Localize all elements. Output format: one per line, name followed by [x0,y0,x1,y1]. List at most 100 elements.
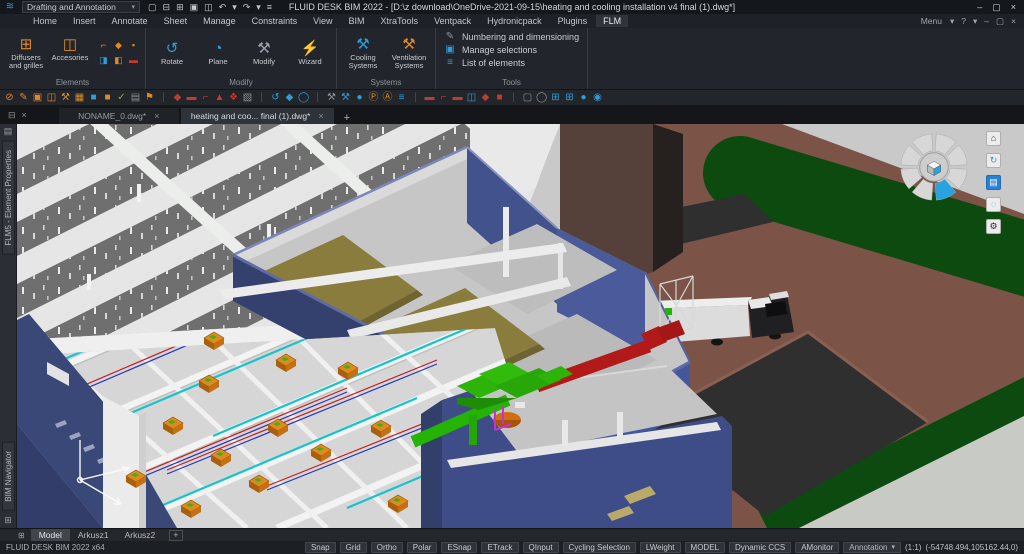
separator[interactable]: | [312,90,323,106]
undo-dropdown-icon[interactable]: ▾ [232,2,237,13]
menu-item[interactable]: Sheet [157,15,195,27]
check-icon[interactable]: ✓ [116,90,127,106]
status-toggle[interactable]: Dynamic CCS [729,542,791,553]
pipe-straight-icon[interactable]: ▬ [424,90,435,106]
menu-item[interactable]: View [306,15,339,27]
wizard-icon[interactable]: ⚒ [340,90,351,106]
properties-icon[interactable]: Ⓟ [368,90,379,106]
child-minimize-icon[interactable]: – [984,16,989,27]
hanger-icon[interactable]: ⌐ [96,38,111,53]
bim-navigator-icon[interactable]: ⊞ [4,513,12,528]
new-tab-button[interactable]: + [336,112,358,124]
menu-item[interactable]: Ventpack [427,15,478,27]
ribbon-button[interactable]: ⚡ Wizard [288,40,332,66]
redo-dropdown-icon[interactable]: ▾ [256,2,261,13]
save-icon[interactable]: ▣ [190,2,199,13]
status-toggle[interactable]: AMonitor [795,542,839,553]
no-entry-icon[interactable]: ⊘ [4,90,15,106]
status-toggle[interactable]: ETrack [481,542,518,553]
ribbon-tool-item[interactable]: ▣ Manage selections [444,44,579,55]
sphere-icon[interactable]: ● [578,90,589,106]
document-tab[interactable]: heating and coo... final (1).dwg* × [181,108,334,124]
menu-item[interactable]: FLM [596,15,628,27]
close-icon[interactable]: × [318,111,323,121]
layout-grid-icon[interactable]: ⊞ [0,531,31,540]
block-red-icon[interactable]: ■ [494,90,505,106]
annotate-icon[interactable]: Ⓐ [382,90,393,106]
panel-blue-icon[interactable]: ■ [88,90,99,106]
point-icon[interactable]: ● [354,90,365,106]
grille-blue-icon[interactable]: ◫ [466,90,477,106]
lookfrom-panel-icon[interactable]: ▤ [986,175,1001,190]
separator[interactable]: | [410,90,421,106]
status-toggle[interactable]: Polar [407,542,438,553]
sphere-wire-icon[interactable]: ◯ [536,90,547,106]
menu-item[interactable]: BIM [342,15,372,27]
panel-icon[interactable]: ▪ [126,38,141,53]
close-button[interactable]: × [1011,2,1016,13]
fitting-red-icon[interactable]: ◆ [480,90,491,106]
duct-cross-icon[interactable]: ❖ [228,90,239,106]
menu-item[interactable]: Plugins [551,15,595,27]
menu-item[interactable]: XtraTools [374,15,426,27]
redo-icon[interactable]: ↷ [243,2,251,13]
ribbon-button[interactable]: ↺ Rotate [150,40,194,66]
rotate-icon[interactable]: ↺ [270,90,281,106]
close-all-icon[interactable]: × [22,110,27,120]
separator[interactable]: | [158,90,169,106]
accessory-icon[interactable]: ◫ [46,90,57,106]
box-3d-icon[interactable]: ⊞ [550,90,561,106]
menu-item[interactable]: Constraints [245,15,305,27]
menu-item[interactable]: Manage [196,15,243,27]
open-file-icon[interactable]: ⊟ [163,2,171,13]
child-restore-icon[interactable]: ▢ [996,16,1004,27]
ribbon-button[interactable]: ⚒ Modify [242,40,286,66]
annotation-scale-dropdown[interactable]: Annotation ▾ [843,542,901,553]
menu-item[interactable]: Insert [66,15,103,27]
align-icon[interactable]: ◆ [284,90,295,106]
minimize-button[interactable]: – [977,2,982,13]
menu-item[interactable]: Hydronicpack [480,15,549,27]
add-layout-button[interactable]: + [169,530,182,541]
close-icon[interactable]: × [154,111,159,121]
diffuser-icon[interactable]: ▣ [32,90,43,106]
menu-dropdown-icon[interactable]: ▾ [950,16,954,27]
status-toggle[interactable]: QInput [523,542,559,553]
flag-icon[interactable]: ⚑ [144,90,155,106]
child-close-icon[interactable]: × [1011,16,1016,27]
menu-item[interactable]: Home [26,15,64,27]
duct-branch-icon[interactable]: ▲ [214,90,225,106]
ribbon-tool-item[interactable]: ≡ List of elements [444,57,579,68]
import-icon[interactable]: ⊞ [176,2,184,13]
navigation-wheel[interactable] [896,129,972,205]
separator[interactable]: | [508,90,519,106]
menu-item[interactable]: Annotate [105,15,155,27]
pipe-elbow-icon[interactable]: ⌐ [438,90,449,106]
spin-icon[interactable]: ◌ [986,197,1001,212]
layout-tab[interactable]: Arkusz1 [70,529,117,542]
duct-elbow-icon[interactable]: ⌐ [200,90,211,106]
duct-straight-icon[interactable]: ▬ [186,90,197,106]
ribbon-button[interactable]: ◔ Plane [196,40,240,66]
separator[interactable]: | [256,90,267,106]
settings-icon[interactable]: ⚙ [986,219,1001,234]
box-3d-solid-icon[interactable]: ⊞ [564,90,575,106]
document-tab[interactable]: NONAME_0.dwg* × [59,108,179,124]
fan-icon[interactable]: ◨ [96,53,111,68]
ribbon-button[interactable]: ◫ Accesories [48,36,92,70]
properties-panel-icon[interactable]: ▤ [4,124,13,139]
menu-button[interactable]: Menu [921,16,942,26]
print-icon[interactable]: ◫ [204,2,213,13]
frame-icon[interactable]: ▢ [522,90,533,106]
layout-tab[interactable]: Model [31,529,70,542]
list-icon[interactable]: ≡ [396,90,407,106]
panel-vertical-tab[interactable]: BIM Navigator [2,442,15,511]
status-toggle[interactable]: Grid [340,542,367,553]
panel-vertical-tab[interactable]: FLM5 - Element Properties [2,141,15,255]
duct-flex-icon[interactable]: ▧ [242,90,253,106]
draw-icon[interactable]: ✎ [18,90,29,106]
ribbon-button[interactable]: ⚒ Cooling Systems [341,36,385,70]
status-toggle[interactable]: Ortho [371,542,403,553]
drawing-viewport[interactable]: ⌂↻▤◌⚙ [17,124,1024,528]
orbit-icon[interactable]: ↻ [986,153,1001,168]
